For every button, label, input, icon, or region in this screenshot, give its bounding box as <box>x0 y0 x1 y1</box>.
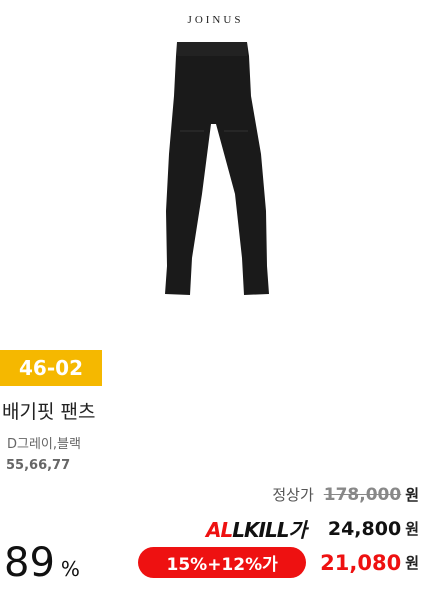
regular-price-row: 정상가 178,000 원 <box>272 484 419 505</box>
product-code-badge: 46-02 <box>0 350 102 386</box>
color-options: D그레이,블랙 <box>7 437 81 452</box>
size-options: 55,66,77 <box>6 458 71 473</box>
discount-symbol: % <box>60 557 80 581</box>
currency-label: 원 <box>405 554 419 572</box>
allkill-price-row: ALLKILL가 24,800 원 <box>206 514 419 543</box>
allkill-logo: ALLKILL가 <box>206 518 307 542</box>
allkill-price: 24,800 <box>327 517 402 540</box>
brand-logo: JOINUS <box>187 14 244 26</box>
product-image[interactable] <box>150 36 280 298</box>
product-title[interactable]: 배기핏 팬츠 <box>2 397 95 424</box>
discount-value: 89 <box>4 540 55 586</box>
regular-price: 178,000 <box>323 484 402 505</box>
final-price: 21,080 <box>320 550 402 575</box>
product-card[interactable]: JOINUS 46-02 배기핏 팬츠 D그레이,블랙 55,66,77 정상가… <box>0 0 431 600</box>
currency-label: 원 <box>405 486 419 504</box>
currency-label: 원 <box>405 520 419 538</box>
regular-price-label: 정상가 <box>272 486 314 504</box>
discount-percent: 89% <box>4 540 80 586</box>
coupon-discount-badge: 15%+12%가 <box>138 547 307 578</box>
coupon-price-row: 15%+12%가 21,080 원 <box>138 547 419 578</box>
